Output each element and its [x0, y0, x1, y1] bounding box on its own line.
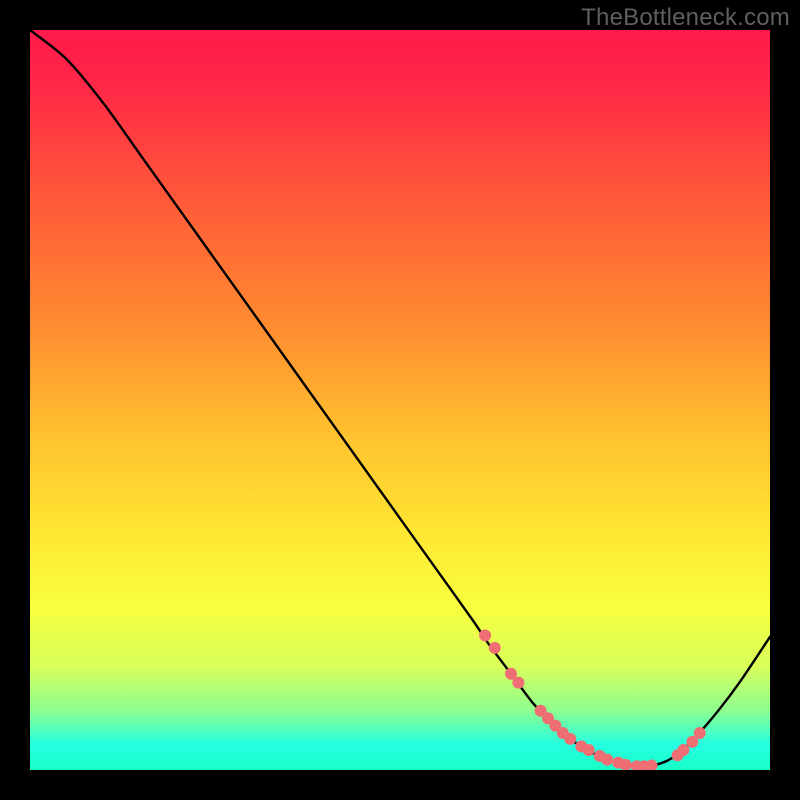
chart-frame: TheBottleneck.com: [0, 0, 800, 800]
curve-marker: [489, 642, 501, 654]
gradient-bg: [30, 30, 770, 770]
watermark-text: TheBottleneck.com: [581, 4, 790, 32]
curve-marker: [479, 629, 491, 641]
curve-marker: [677, 744, 689, 756]
bottleneck-plot: [30, 30, 770, 770]
curve-marker: [583, 744, 595, 756]
curve-marker: [694, 727, 706, 739]
plot-svg: [30, 30, 770, 770]
curve-marker: [564, 733, 576, 745]
curve-marker: [601, 754, 613, 766]
curve-marker: [512, 677, 524, 689]
